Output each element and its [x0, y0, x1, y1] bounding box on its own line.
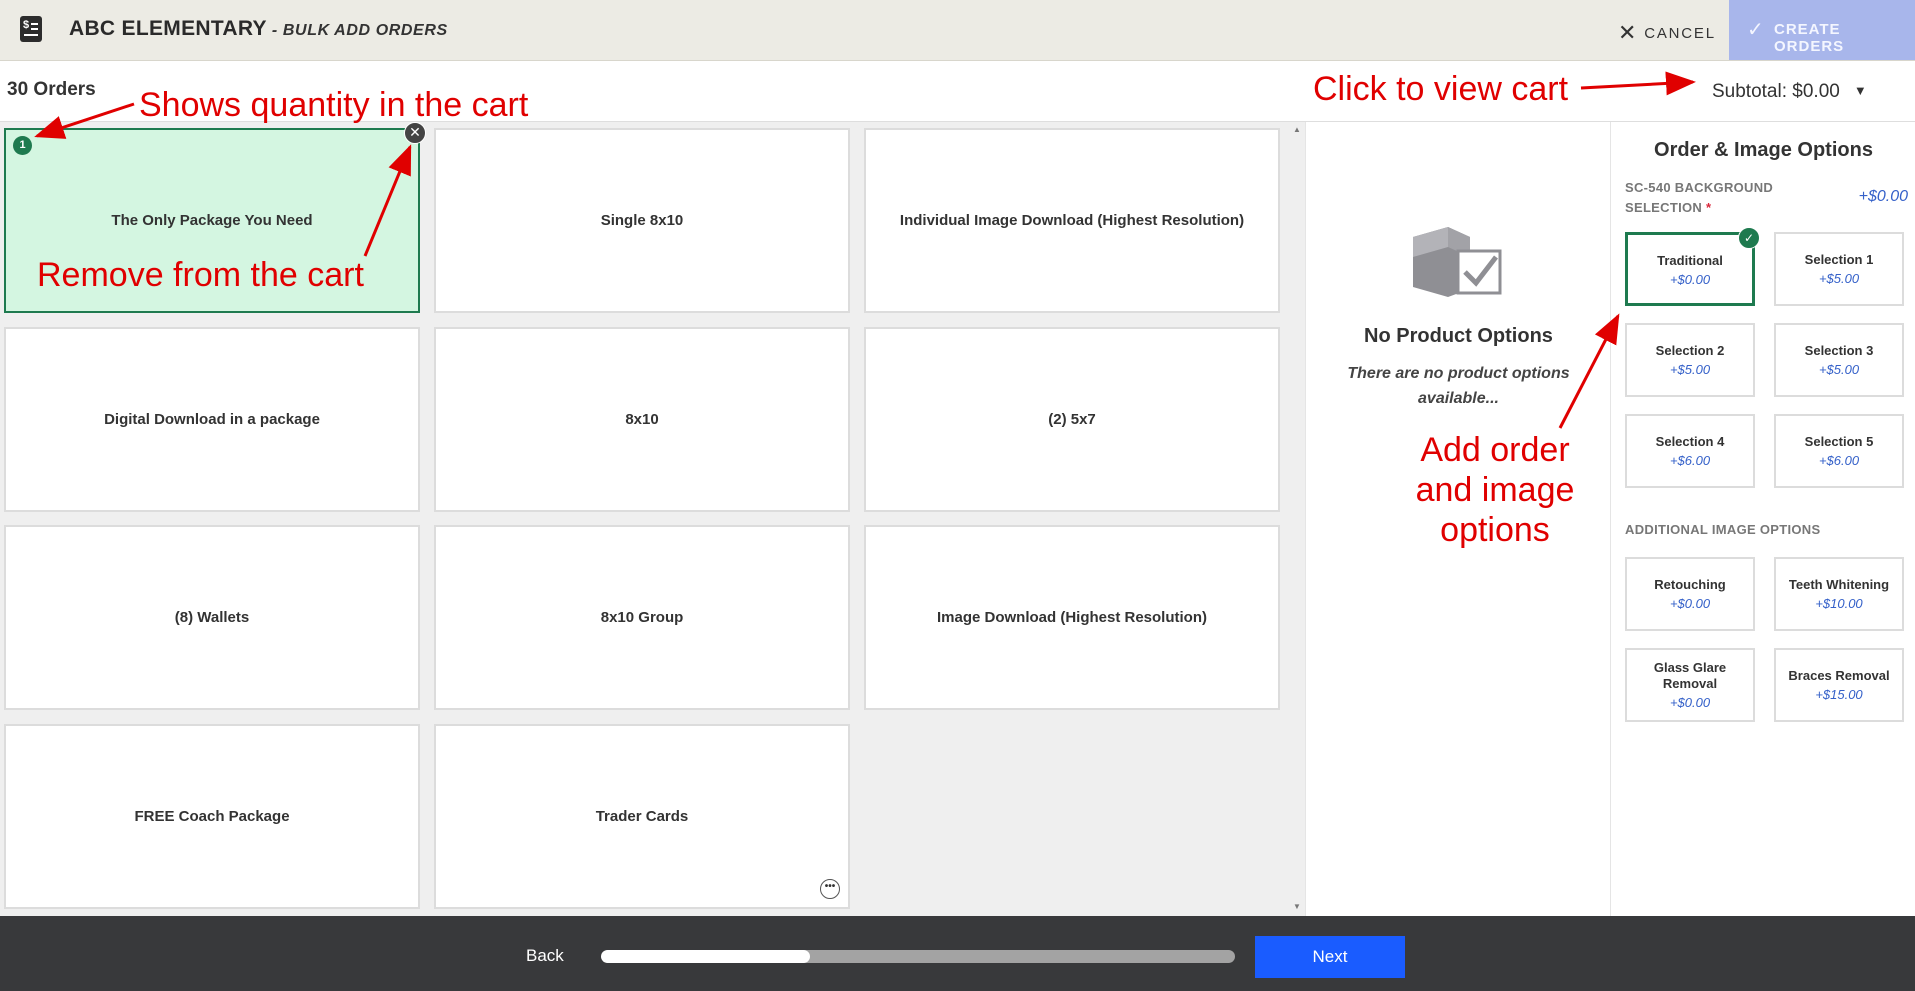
progress-bar — [601, 950, 1235, 963]
page-title: ABC ELEMENTARY - BULK ADD ORDERS — [69, 17, 448, 41]
orders-count: 30 Orders — [7, 79, 96, 100]
background-section-label: SC-540 BACKGROUND SELECTION * — [1625, 178, 1775, 218]
subtotal-cart-toggle[interactable]: Subtotal: $0.00 ▼ — [1712, 81, 1867, 103]
annotation-options: Add order and image options — [1410, 430, 1580, 550]
subtotal-label: Subtotal: $0.00 — [1712, 81, 1840, 102]
product-name: Single 8x10 — [600, 212, 684, 229]
product-name: Image Download (Highest Resolution) — [936, 609, 1207, 626]
check-icon: ✓ — [1747, 19, 1765, 41]
additional-option[interactable]: Braces Removal +$15.00 — [1774, 648, 1904, 722]
background-section-price: +$0.00 — [1858, 188, 1908, 205]
product-card[interactable]: Single 8x10 — [434, 128, 850, 313]
product-card[interactable]: Image Download (Highest Resolution) — [864, 525, 1280, 710]
additional-option[interactable]: Glass Glare Removal +$0.00 — [1625, 648, 1755, 722]
product-name: 8x10 Group — [600, 609, 684, 626]
product-name: (2) 5x7 — [1048, 411, 1096, 428]
box-check-icon — [1413, 227, 1502, 297]
product-card[interactable]: 8x10 — [434, 327, 850, 512]
annotation-remove: Remove from the cart — [37, 256, 364, 294]
annotation-quantity: Shows quantity in the cart — [139, 86, 529, 124]
option-price: +$15.00 — [1815, 687, 1863, 702]
option-name: Selection 4 — [1655, 434, 1725, 449]
option-price: +$0.00 — [1669, 272, 1711, 287]
quantity-badge: 1 — [13, 136, 32, 155]
required-asterisk: * — [1706, 200, 1712, 215]
back-button[interactable]: Back — [526, 946, 564, 966]
product-card[interactable]: 8x10 Group — [434, 525, 850, 710]
product-name: FREE Coach Package — [134, 808, 290, 825]
check-icon: ✓ — [1738, 227, 1760, 249]
create-orders-button[interactable]: ✓ CREATE ORDERS — [1729, 0, 1915, 60]
product-name: Digital Download in a package — [104, 411, 320, 428]
annotation-view-cart: Click to view cart — [1313, 70, 1569, 108]
footer-bar: Back Next — [0, 916, 1915, 991]
scroll-up-icon[interactable]: ▲ — [1293, 125, 1301, 134]
option-price: +$0.00 — [1669, 695, 1711, 710]
option-name: Traditional — [1657, 253, 1723, 268]
option-price: +$0.00 — [1669, 596, 1711, 611]
scroll-down-icon[interactable]: ▼ — [1293, 902, 1301, 911]
more-icon[interactable]: ••• — [820, 879, 840, 899]
background-option[interactable]: Selection 4 +$6.00 — [1625, 414, 1755, 488]
option-name: Braces Removal — [1788, 668, 1890, 683]
product-card[interactable]: FREE Coach Package — [4, 724, 420, 909]
product-name: 8x10 — [625, 411, 659, 428]
annotation-options-line2: and image — [1415, 471, 1575, 509]
option-price: +$5.00 — [1818, 362, 1860, 377]
caret-down-icon: ▼ — [1853, 83, 1867, 98]
background-section-text: SC-540 BACKGROUND SELECTION — [1625, 180, 1774, 215]
option-name: Selection 1 — [1804, 252, 1874, 267]
product-card[interactable]: (2) 5x7 — [864, 327, 1280, 512]
school-name: ABC ELEMENTARY — [69, 17, 267, 40]
product-name: The Only Package You Need — [111, 212, 313, 229]
close-icon: ✕ — [1618, 20, 1639, 45]
option-name: Retouching — [1654, 577, 1726, 592]
no-options-title: No Product Options — [1364, 325, 1553, 347]
option-name: Glass Glare Removal — [1653, 660, 1727, 691]
option-name: Selection 3 — [1804, 343, 1874, 358]
order-image-options-panel: Order & Image Options SC-540 BACKGROUND … — [1610, 122, 1915, 916]
option-price: +$5.00 — [1818, 271, 1860, 286]
product-name: Trader Cards — [595, 808, 689, 825]
top-bar: $ ABC ELEMENTARY - BULK ADD ORDERS ✕ CANC… — [0, 0, 1915, 61]
option-name: Selection 5 — [1804, 434, 1874, 449]
option-name: Teeth Whitening — [1788, 577, 1890, 592]
product-card[interactable]: (8) Wallets — [4, 525, 420, 710]
cancel-button[interactable]: ✕ CANCEL — [1618, 18, 1716, 45]
option-price: +$10.00 — [1815, 596, 1863, 611]
panel-title: Order & Image Options — [1654, 139, 1873, 161]
additional-option[interactable]: Teeth Whitening +$10.00 — [1774, 557, 1904, 631]
product-name: (8) Wallets — [174, 609, 250, 626]
grid-scrollbar[interactable] — [1290, 122, 1304, 916]
cancel-label: CANCEL — [1644, 25, 1716, 42]
product-name: Individual Image Download (Highest Resol… — [899, 212, 1245, 229]
additional-section-label: ADDITIONAL IMAGE OPTIONS — [1625, 522, 1821, 537]
option-price: +$5.00 — [1669, 362, 1711, 377]
no-options-text: There are no product options available..… — [1347, 365, 1570, 407]
background-option[interactable]: Selection 1 +$5.00 — [1774, 232, 1904, 306]
additional-option[interactable]: Retouching +$0.00 — [1625, 557, 1755, 631]
annotation-options-line1: Add order — [1420, 431, 1570, 469]
background-option[interactable]: Selection 5 +$6.00 — [1774, 414, 1904, 488]
option-name: Selection 2 — [1655, 343, 1725, 358]
receipt-icon: $ — [20, 16, 42, 42]
remove-from-cart-button[interactable]: ✕ — [404, 122, 426, 144]
background-option[interactable]: Traditional +$0.00 ✓ — [1625, 227, 1760, 306]
annotation-options-line3: options — [1440, 511, 1550, 549]
option-price: +$6.00 — [1669, 453, 1711, 468]
background-option[interactable]: Selection 2 +$5.00 — [1625, 323, 1755, 397]
product-card[interactable]: Digital Download in a package — [4, 327, 420, 512]
product-card[interactable]: Individual Image Download (Highest Resol… — [864, 128, 1280, 313]
progress-fill — [601, 950, 811, 963]
background-option[interactable]: Selection 3 +$5.00 — [1774, 323, 1904, 397]
option-price: +$6.00 — [1818, 453, 1860, 468]
create-orders-label: CREATE ORDERS — [1774, 21, 1845, 55]
arrow-view-cart — [1580, 71, 1696, 96]
product-grid: 1 The Only Package You Need ✕ Single 8x1… — [0, 122, 1305, 916]
page-subtitle: - BULK ADD ORDERS — [266, 22, 448, 39]
next-button[interactable]: Next — [1255, 936, 1405, 978]
product-card[interactable]: Trader Cards ••• — [434, 724, 850, 909]
